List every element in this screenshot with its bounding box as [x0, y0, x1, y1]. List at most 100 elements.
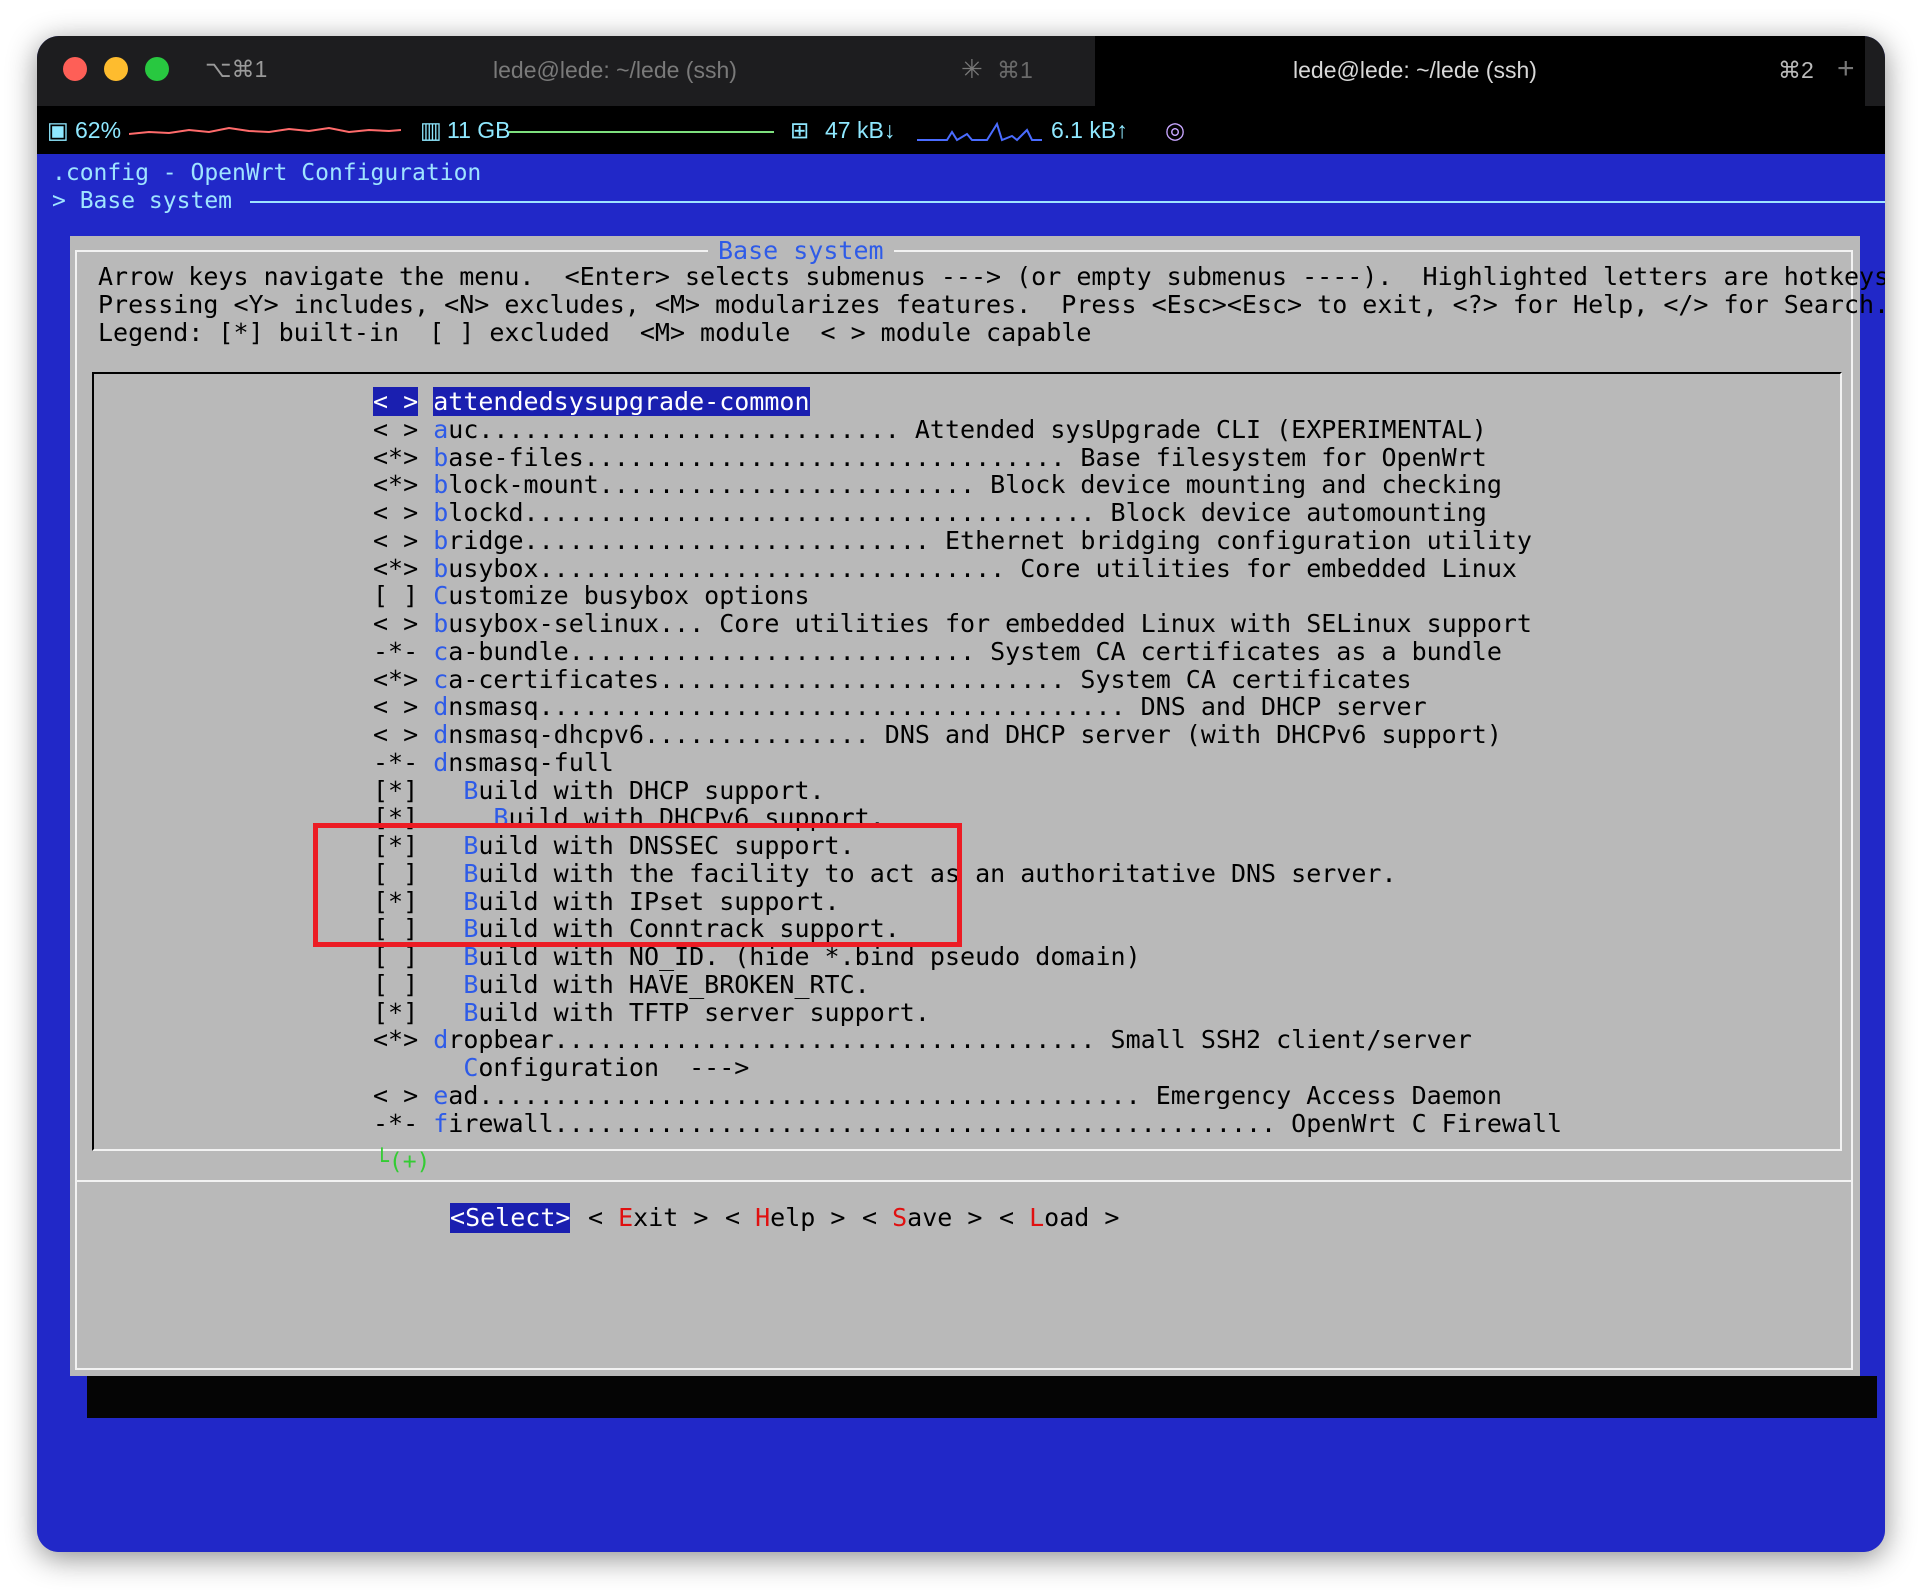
menu-item[interactable]: [*] Build with TFTP server support. [373, 997, 930, 1027]
tab-2-shortcut: ⌘2 [1778, 57, 1814, 83]
button-label: ave > [907, 1203, 983, 1232]
button-bracket: < [450, 1203, 466, 1232]
select-button[interactable]: <Select> [450, 1203, 571, 1233]
menu-item-state[interactable]: < > [373, 387, 419, 416]
exit-button[interactable]: < Exit > [588, 1203, 708, 1233]
menu-item-text: nsmasq..................................… [448, 692, 1427, 722]
menu-item-text: ase-files...............................… [448, 442, 1487, 472]
menu-item-state[interactable]: <*> [373, 1025, 418, 1054]
load-button[interactable]: < Load > [999, 1203, 1119, 1233]
menu-item-state[interactable]: [*] [373, 998, 418, 1027]
menu-item-hotkey: d [433, 720, 449, 749]
tab-2[interactable]: lede@lede: ~/lede (ssh) ⌘2 [1095, 36, 1865, 106]
menu-item[interactable]: < > busybox-selinux... Core utilities fo… [373, 610, 1532, 638]
menu-item-state[interactable]: < > [373, 692, 418, 721]
menu-item[interactable]: <*> busybox.............................… [373, 554, 1517, 583]
menu-item[interactable]: [ ] Build with NO_ID. (hide *.bind pseud… [373, 943, 1141, 971]
annotation-highlight [313, 823, 962, 947]
menu-item-text: ropbear.................................… [448, 1025, 1472, 1055]
menu-item[interactable]: < > auc............................ Atte… [373, 415, 1487, 444]
menu-item-state[interactable]: -*- [373, 1109, 418, 1138]
menu-item-text: onfiguration ---> [478, 1053, 750, 1082]
header-rule [250, 201, 1885, 203]
menu-item-state[interactable]: <*> [373, 554, 418, 583]
menu-item[interactable]: Configuration ---> [373, 1054, 749, 1082]
menu-item[interactable]: < > dnsmasq-dhcpv6............... DNS an… [373, 721, 1502, 749]
button-bracket: < [999, 1203, 1030, 1232]
network-icon: ⊞ [790, 117, 810, 143]
cpu-icon: ▣ [47, 117, 69, 143]
menu-item-indent [418, 581, 433, 610]
menu-item[interactable]: [*] Build with DHCP support. [373, 776, 825, 805]
menu-item-indent [418, 526, 433, 555]
help-line-1: Arrow keys navigate the menu. <Enter> se… [98, 262, 1885, 291]
button-hotkey: S [892, 1203, 908, 1232]
menu-item[interactable]: -*- firewall............................… [373, 1109, 1562, 1138]
menu-item-text: uild with HAVE_BROKEN_RTC. [478, 969, 870, 999]
maximize-button[interactable] [145, 57, 169, 81]
menu-item-hotkey: e [433, 1080, 449, 1110]
menu-item[interactable]: [ ] Customize busybox options [373, 582, 810, 610]
menu-item-state[interactable]: < > [373, 498, 418, 527]
menu-item-state[interactable]: <*> [373, 470, 418, 499]
menu-item-state[interactable]: -*- [373, 748, 418, 777]
menu-item-state[interactable]: < > [373, 526, 418, 555]
menu-item-state[interactable]: < > [373, 609, 418, 638]
menu-item-text: nsmasq-dhcpv6............... DNS and DHC… [448, 720, 1502, 749]
menu-item-label: attendedsysupgrade-common [433, 387, 810, 416]
menu-item-label: auc............................ Attended… [433, 415, 1487, 444]
menu-item[interactable]: <*> block-mount.........................… [373, 471, 1502, 499]
menu-item-hotkey: b [433, 525, 449, 555]
menu-item[interactable]: < > bridge........................... Et… [373, 525, 1532, 555]
menu-item[interactable]: <*> base-files..........................… [373, 442, 1487, 472]
save-button[interactable]: < Save > [862, 1203, 982, 1233]
menu-item-text: usybox-selinux... Core utilities for emb… [448, 609, 1532, 638]
menu-item-label: blockd..................................… [433, 498, 1487, 527]
menu-item-hotkey: b [433, 470, 449, 500]
menu-item-label: dnsmasq.................................… [433, 692, 1426, 721]
menu-item-state[interactable]: < > [373, 415, 418, 444]
new-tab-button[interactable]: + [1837, 52, 1855, 86]
menu-item[interactable]: < > ead.................................… [373, 1080, 1502, 1110]
menu-item[interactable]: -*- dnsmasq-full [373, 748, 614, 777]
menu-item[interactable]: < > attendedsysupgrade-common [373, 387, 810, 416]
window-shortcut: ⌥⌘1 [205, 56, 268, 82]
menu-item-label: Customize busybox options [433, 581, 809, 610]
help-button[interactable]: < Help > [725, 1203, 845, 1233]
menu-item-text: ustomize busybox options [448, 581, 810, 611]
menu-item[interactable]: <*> dropbear............................… [373, 1026, 1472, 1054]
close-button[interactable] [63, 57, 87, 81]
menu-item-label: dnsmasq-full [433, 748, 614, 777]
menu-item-label: Build with DHCP support. [463, 776, 824, 805]
terminal-content[interactable]: .config - OpenWrt Configuration > Base s… [37, 154, 1885, 1552]
menu-item-state[interactable]: [ ] [373, 581, 418, 610]
legend-line: Legend: [*] built-in [ ] excluded <M> mo… [98, 318, 1092, 347]
menu-item-label: busybox-selinux... Core utilities for em… [433, 609, 1532, 638]
status-bar: ▣ 62% ▥ 11 GB ⊞ 47 kB↓ 6.1 kB↑ ◎ [37, 106, 1885, 154]
menu-item-state[interactable]: [*] [373, 776, 418, 805]
button-hotkey: L [1029, 1203, 1045, 1232]
config-title: .config - OpenWrt Configuration [52, 160, 482, 186]
menu-item-indent [418, 1109, 433, 1138]
menu-item[interactable]: -*- ca-bundle...........................… [373, 637, 1502, 666]
tab-1[interactable]: lede@lede: ~/lede (ssh) ✳ ⌘1 [233, 36, 1096, 106]
menu-item-hotkey: B [463, 775, 479, 805]
menu-item-state[interactable]: < > [373, 720, 418, 749]
menu-item-indent [418, 443, 433, 472]
menu-item-state[interactable]: -*- [373, 637, 418, 666]
menu-item-state[interactable]: <*> [373, 443, 418, 472]
menu-item-text: ttendedsysupgrade-common [448, 387, 810, 416]
menu-item-indent [418, 498, 433, 527]
menu-item[interactable]: [ ] Build with HAVE_BROKEN_RTC. [373, 969, 870, 999]
menu-item[interactable]: < > blockd..............................… [373, 499, 1487, 527]
menu-item-hotkey: b [433, 442, 449, 472]
menu-item-state[interactable]: <*> [373, 665, 418, 694]
menu-item-state[interactable] [373, 1053, 418, 1082]
button-hotkey: H [755, 1203, 771, 1232]
menu-item-state[interactable]: [ ] [373, 970, 418, 999]
minimize-button[interactable] [104, 57, 128, 81]
menu-item-state[interactable]: < > [373, 1081, 418, 1110]
menu-item[interactable]: <*> ca-certificates.....................… [373, 665, 1412, 694]
menu-item-text: uild with TFTP server support. [478, 997, 930, 1027]
menu-item[interactable]: < > dnsmasq.............................… [373, 693, 1427, 721]
